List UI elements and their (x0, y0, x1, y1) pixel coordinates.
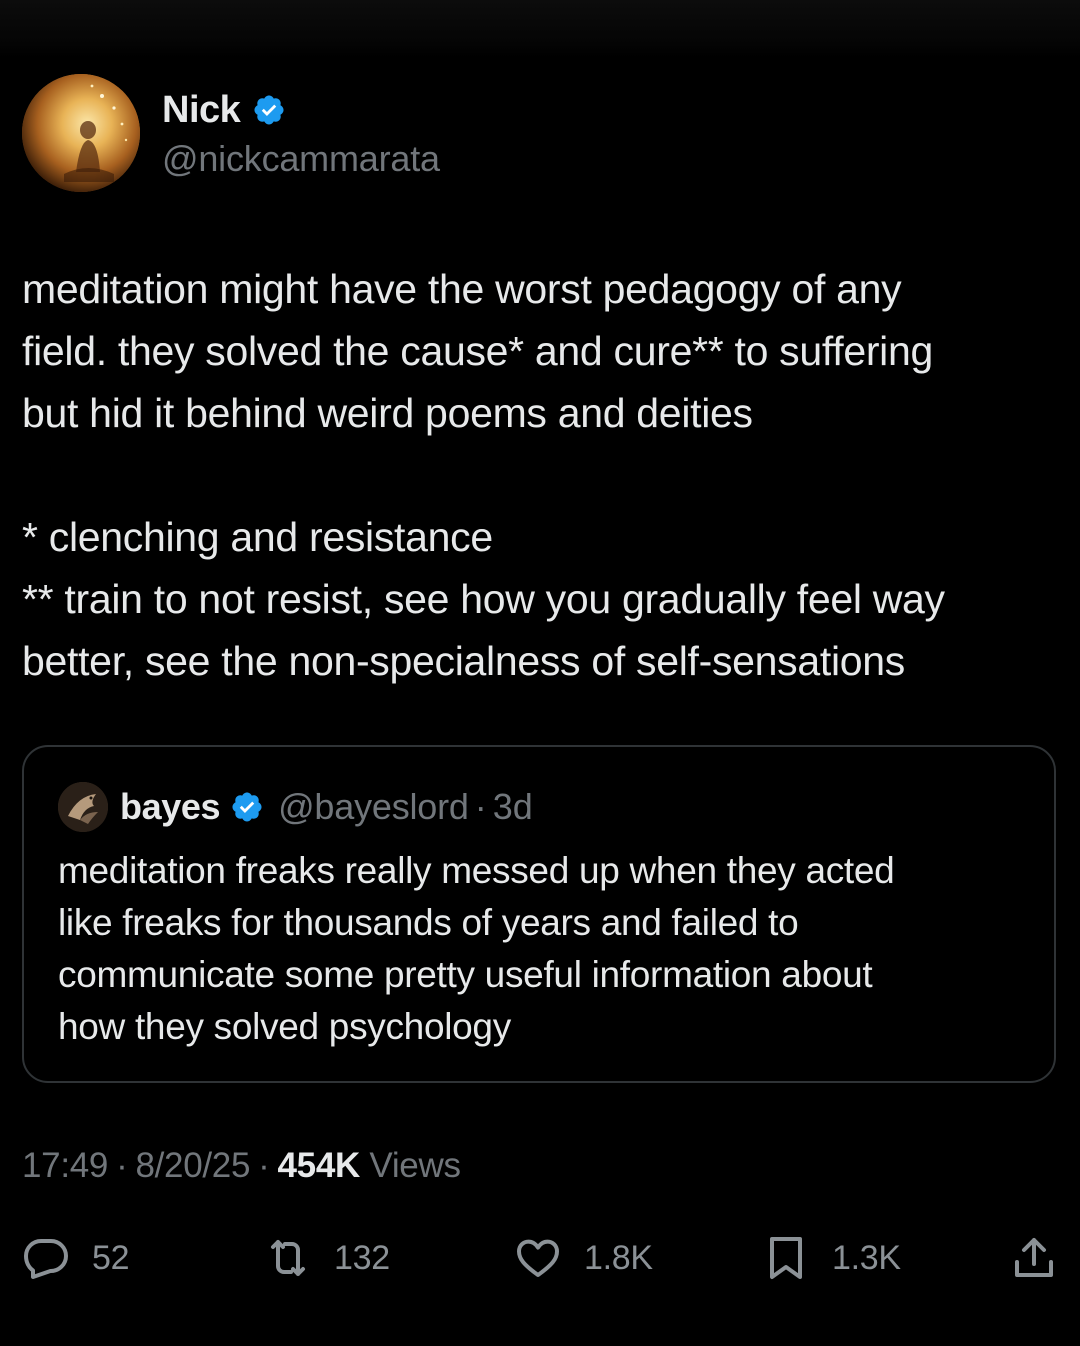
like-count: 1.8K (584, 1238, 653, 1277)
tweet-body: meditation might have the worst pedagogy… (22, 258, 1062, 692)
action-bar: 52 132 1.8K 1.3K (0, 1222, 1080, 1294)
separator-dot: · (474, 786, 487, 827)
repost-count: 132 (334, 1238, 390, 1277)
repost-button[interactable]: 132 (264, 1222, 390, 1294)
tweet-date[interactable]: 8/20/25 (135, 1146, 250, 1185)
tweet-header: Nick @nickcammarata (22, 74, 1022, 194)
quoted-author-display-name[interactable]: bayes (120, 786, 220, 828)
avatar-meditating-figure-icon (22, 74, 140, 192)
share-button[interactable] (1010, 1222, 1058, 1294)
author-display-name[interactable]: Nick (162, 89, 241, 132)
tweet-meta: 17:49 · 8/20/25 · 454K Views (22, 1146, 461, 1186)
separator-dot: · (258, 1146, 270, 1185)
tweet-line: but hid it behind weird poems and deitie… (22, 390, 753, 436)
tweet-time[interactable]: 17:49 (22, 1146, 108, 1185)
quoted-tweet-card[interactable]: bayes @bayeslord · 3d meditation freaks … (22, 745, 1056, 1083)
quoted-line: communicate some pretty useful informati… (58, 954, 873, 995)
like-button[interactable]: 1.8K (514, 1222, 653, 1294)
avatar-bird-icon (58, 782, 108, 832)
share-icon (1015, 1238, 1053, 1277)
bookmark-count: 1.3K (832, 1238, 901, 1277)
verified-badge-icon[interactable] (252, 93, 286, 127)
author-avatar[interactable] (22, 74, 140, 192)
tweet-line: * clenching and resistance (22, 514, 493, 560)
like-icon (517, 1239, 559, 1277)
quoted-line: how they solved psychology (58, 1006, 511, 1047)
verified-badge-icon (232, 792, 262, 822)
reply-button[interactable]: 52 (22, 1222, 130, 1294)
tweet-line: field. they solved the cause* and cure**… (22, 328, 933, 374)
quoted-author-avatar[interactable] (58, 782, 108, 832)
tweet-line: better, see the non-specialness of self-… (22, 638, 905, 684)
reply-icon (24, 1239, 68, 1279)
tweet-line: ** train to not resist, see how you grad… (22, 576, 945, 622)
views-label: Views (369, 1146, 461, 1185)
quoted-author-handle[interactable]: @bayeslord (278, 786, 469, 828)
bookmark-button[interactable]: 1.3K (762, 1222, 901, 1294)
bookmark-icon (770, 1237, 802, 1279)
top-shade (0, 0, 1080, 58)
quoted-tweet-body: meditation freaks really messed up when … (58, 845, 1038, 1053)
quoted-line: meditation freaks really messed up when … (58, 850, 895, 891)
repost-icon (271, 1240, 305, 1276)
tweet-line: meditation might have the worst pedagogy… (22, 266, 902, 312)
author-handle[interactable]: @nickcammarata (162, 138, 440, 180)
reply-count: 52 (92, 1238, 130, 1277)
quoted-timestamp[interactable]: 3d (493, 786, 533, 828)
quoted-tweet-header: bayes @bayeslord · 3d (58, 781, 533, 833)
tweet-paragraph-gap (22, 444, 1062, 506)
separator-dot: · (116, 1146, 128, 1185)
views-count: 454K (277, 1146, 361, 1185)
quoted-line: like freaks for thousands of years and f… (58, 902, 799, 943)
author-name-row: Nick (162, 88, 286, 132)
